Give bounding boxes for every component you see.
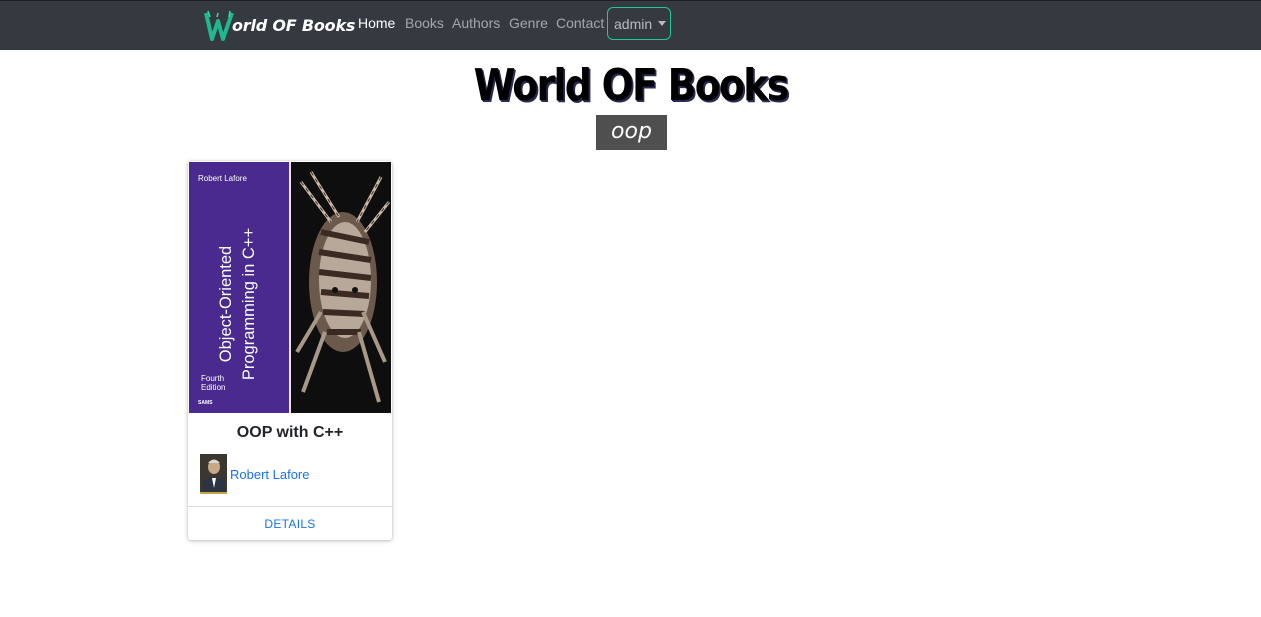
author-link[interactable]: Robert Lafore <box>230 467 310 482</box>
cover-edition: Fourth Edition <box>201 374 225 392</box>
cover-edition-line1: Fourth <box>201 374 225 383</box>
brand-w-icon <box>204 9 234 41</box>
nav-books[interactable]: Books <box>405 15 444 31</box>
cover-publisher: SAMS <box>198 400 213 406</box>
details-button[interactable]: DETAILS <box>188 517 392 531</box>
card-divider <box>188 506 392 507</box>
user-dropdown-label: admin <box>614 15 653 32</box>
navbar: orld OF Books Home Books Authors Genre C… <box>0 0 1261 50</box>
brand-logo[interactable]: orld OF Books <box>204 7 355 43</box>
user-dropdown[interactable]: admin <box>607 7 671 40</box>
cover-edition-line2: Edition <box>201 383 226 392</box>
caret-down-icon <box>658 21 667 26</box>
brand-text: orld OF Books <box>232 15 356 35</box>
site-title: World OF Books <box>473 60 790 111</box>
author-avatar[interactable] <box>200 454 227 494</box>
book-title: OOP with C++ <box>236 424 344 441</box>
book-cover-image[interactable]: Robert Lafore Object-Oriented Programmin… <box>189 162 391 413</box>
cover-lionfish-image <box>291 162 391 413</box>
cover-author: Robert Lafore <box>198 174 247 183</box>
nav-home[interactable]: Home <box>358 15 395 31</box>
cover-title-line2: Programming in C++ <box>240 227 258 381</box>
author-row: Robert Lafore <box>200 454 310 494</box>
cover-left-panel: Robert Lafore Object-Oriented Programmin… <box>189 162 289 413</box>
nav-authors[interactable]: Authors <box>452 15 500 31</box>
book-card: Robert Lafore Object-Oriented Programmin… <box>188 161 392 540</box>
nav-contact[interactable]: Contact <box>556 15 604 31</box>
genre-badge: oop <box>596 115 667 150</box>
nav-genre[interactable]: Genre <box>509 15 548 31</box>
